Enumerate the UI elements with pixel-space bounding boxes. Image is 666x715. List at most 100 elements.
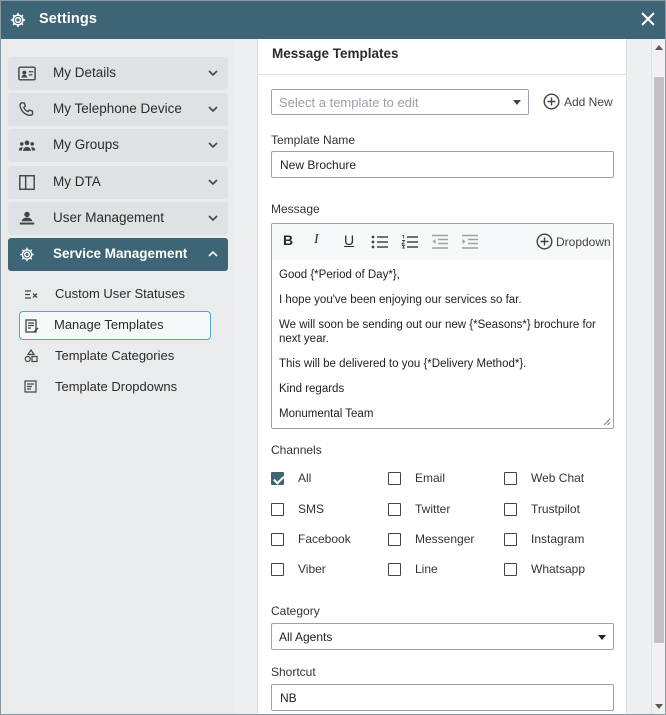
channel-label: Email	[415, 471, 446, 485]
sidebar-item-my-telephone-device[interactable]: My Telephone Device	[8, 93, 228, 126]
message-line: Good {*Period of Day*},	[279, 269, 400, 281]
chevron-down-icon	[208, 215, 218, 222]
message-line: This will be delivered to you {*Delivery…	[279, 358, 527, 370]
checkbox[interactable]	[504, 472, 517, 485]
chevron-down-icon	[208, 179, 218, 186]
message-label: Message	[271, 202, 320, 216]
channel-label: Instagram	[531, 532, 585, 546]
settings-window: Settings My Details My Telephone Device	[0, 0, 666, 715]
channel-label: Trustpilot	[531, 502, 580, 516]
plus-circle-icon	[536, 233, 553, 250]
sidebar-subitem-label: Template Dropdowns	[55, 379, 178, 394]
scroll-down-arrow-icon[interactable]	[655, 704, 663, 709]
dropdown-list-icon	[24, 380, 37, 393]
bold-button[interactable]: B	[283, 232, 301, 248]
chevron-up-icon	[208, 250, 218, 257]
channel-label: Line	[415, 562, 438, 576]
editor-toolbar: B I U Dropdown	[272, 224, 613, 260]
italic-button[interactable]: I	[314, 232, 332, 248]
message-line: Monumental Team	[279, 408, 374, 420]
checkbox[interactable]	[388, 563, 401, 576]
channel-label: Messenger	[415, 532, 475, 546]
numbered-list-icon[interactable]	[401, 234, 419, 250]
checkbox[interactable]	[504, 503, 517, 516]
editor-content[interactable]: Good {*Period of Day*}, I hope you've be…	[279, 268, 609, 432]
dropdown-label: Dropdown	[556, 235, 611, 249]
close-icon[interactable]	[641, 12, 655, 26]
channels-label: Channels	[271, 443, 322, 457]
checkbox[interactable]	[271, 563, 284, 576]
channel-label: Facebook	[298, 532, 351, 546]
sidebar-item-user-management[interactable]: User Management	[8, 202, 228, 235]
sidebar-item-my-dta[interactable]: My DTA	[8, 166, 228, 199]
chevron-down-icon	[208, 106, 218, 113]
caret-down-icon	[598, 635, 606, 640]
message-editor[interactable]: B I U Dropdown Good {*Period of Day*}, I…	[271, 223, 614, 429]
vertical-scrollbar[interactable]	[651, 39, 665, 714]
sidebar-item-label: My Telephone Device	[53, 101, 182, 116]
sidebar-item-label: My DTA	[53, 174, 101, 189]
add-new-label: Add New	[564, 95, 613, 109]
sidebar-item-my-groups[interactable]: My Groups	[8, 129, 228, 162]
main-panel: Message Templates Select a template to e…	[235, 39, 651, 714]
channel-label: SMS	[298, 502, 325, 516]
checkbox-checked[interactable]	[271, 472, 284, 485]
checkbox[interactable]	[388, 472, 401, 485]
people-group-icon	[18, 140, 36, 151]
phone-icon	[19, 102, 34, 117]
checkbox[interactable]	[388, 503, 401, 516]
caret-down-icon	[513, 100, 521, 105]
checkbox[interactable]	[271, 533, 284, 546]
status-list-icon	[25, 290, 38, 299]
scroll-up-arrow-icon[interactable]	[655, 45, 663, 50]
checkbox[interactable]	[504, 563, 517, 576]
sidebar-item-service-management[interactable]: Service Management	[8, 238, 228, 271]
split-panel-icon	[19, 175, 35, 190]
chevron-down-icon	[208, 70, 218, 77]
checkbox[interactable]	[504, 533, 517, 546]
underline-button[interactable]: U	[344, 232, 362, 248]
category-label: Category	[271, 604, 320, 618]
settings-sidebar: My Details My Telephone Device My Groups	[1, 39, 235, 714]
outdent-icon[interactable]	[431, 234, 449, 250]
channel-label: Viber	[298, 562, 326, 576]
window-title: Settings	[39, 11, 97, 27]
sidebar-item-my-details[interactable]: My Details	[8, 57, 228, 90]
sidebar-subitem-label: Template Categories	[55, 348, 175, 363]
sidebar-subitem-template-categories[interactable]: Template Categories	[19, 342, 211, 370]
resize-handle-icon[interactable]	[602, 417, 611, 426]
message-line: We will soon be sending out our new {*Se…	[279, 319, 596, 345]
sidebar-subitem-custom-user-statuses[interactable]: Custom User Statuses	[19, 280, 211, 308]
category-select[interactable]: All Agents	[271, 623, 614, 650]
scrollbar-thumb[interactable]	[654, 77, 664, 643]
message-templates-card: Message Templates Select a template to e…	[257, 39, 627, 714]
channel-label: Whatsapp	[531, 562, 586, 576]
channel-label: All	[298, 471, 312, 485]
sidebar-item-label: Service Management	[53, 246, 188, 261]
message-line: I hope you've been enjoying our services…	[279, 294, 522, 306]
shortcut-input[interactable]	[271, 684, 614, 711]
plus-circle-icon	[543, 93, 560, 110]
checkbox[interactable]	[271, 503, 284, 516]
sidebar-item-label: My Details	[53, 65, 117, 80]
edit-template-icon	[25, 319, 39, 333]
gear-icon	[10, 12, 26, 28]
chevron-down-icon	[208, 142, 218, 149]
card-header: Message Templates	[258, 39, 626, 75]
sidebar-subitem-label: Manage Templates	[54, 317, 164, 332]
indent-icon[interactable]	[461, 234, 479, 250]
sidebar-subitem-label: Custom User Statuses	[55, 286, 186, 301]
page-title: Message Templates	[272, 46, 399, 61]
template-name-input[interactable]	[271, 151, 614, 178]
message-line: Kind regards	[279, 383, 345, 395]
template-select[interactable]: Select a template to edit	[271, 89, 529, 115]
sidebar-item-label: My Groups	[53, 137, 120, 152]
sidebar-item-label: User Management	[53, 210, 165, 225]
bullet-list-icon[interactable]	[371, 234, 389, 250]
sidebar-subitem-manage-templates[interactable]: Manage Templates	[19, 311, 211, 340]
gear-icon	[20, 247, 34, 262]
sidebar-subitem-template-dropdowns[interactable]: Template Dropdowns	[19, 373, 211, 401]
channel-label: Twitter	[415, 502, 451, 516]
shapes-icon	[24, 349, 38, 363]
checkbox[interactable]	[388, 533, 401, 546]
